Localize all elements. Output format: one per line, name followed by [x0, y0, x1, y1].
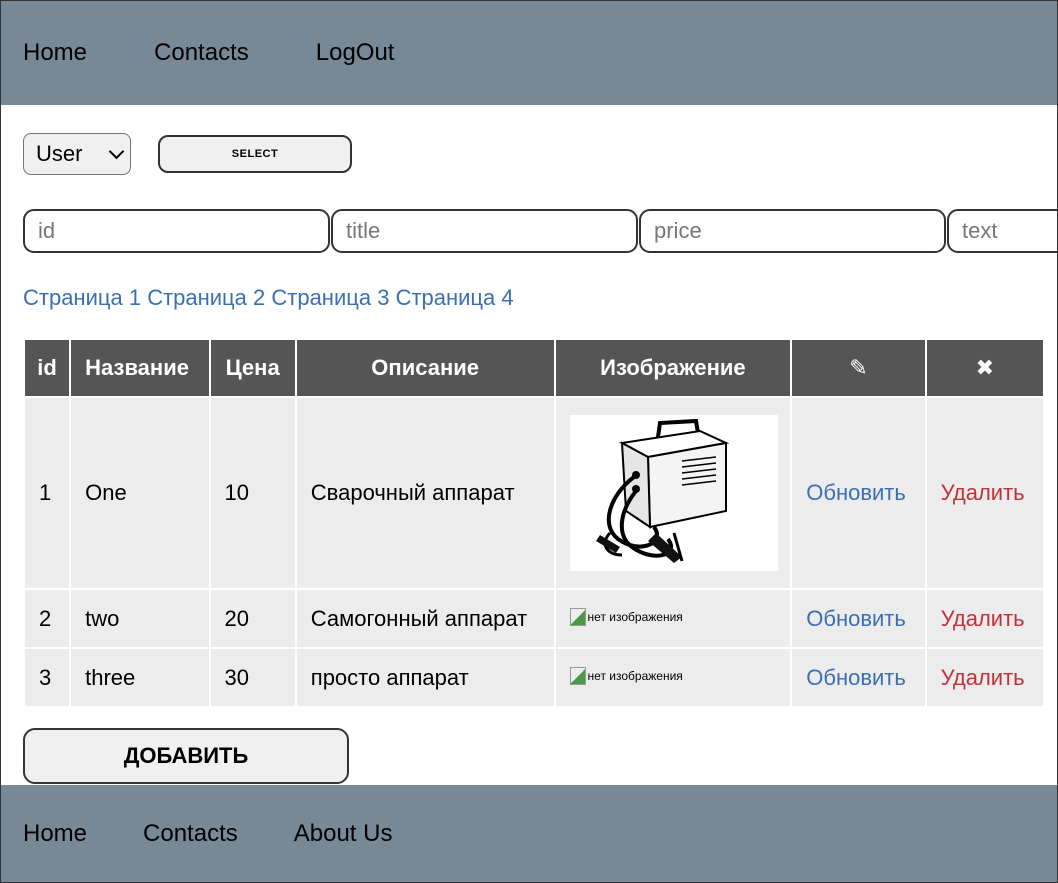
- header-edit-icon: ✎: [792, 340, 925, 396]
- cell-id: 3: [25, 649, 70, 706]
- cell-delete: Удалить: [926, 398, 1043, 588]
- id-filter-input[interactable]: [23, 209, 330, 253]
- page-link-4[interactable]: Страница 4: [396, 285, 514, 310]
- cell-image: [555, 398, 791, 588]
- broken-image: нет изображения: [569, 666, 683, 685]
- cell-description: просто аппарат: [296, 649, 554, 706]
- add-button[interactable]: ДОБАВИТЬ: [23, 728, 349, 784]
- role-select-value: User: [36, 141, 83, 166]
- cell-image: нет изображения: [555, 649, 791, 706]
- page-link-1[interactable]: Страница 1: [23, 285, 141, 310]
- chevron-down-icon: [108, 143, 125, 159]
- image-alt-text: нет изображения: [587, 609, 683, 624]
- price-filter-input[interactable]: [639, 209, 946, 253]
- update-link[interactable]: Обновить: [806, 606, 906, 631]
- broken-image: нет изображения: [569, 607, 683, 626]
- cell-update: Обновить: [792, 590, 925, 647]
- table-header-row: id Название Цена Описание Изображение ✎ …: [25, 340, 1043, 396]
- cell-price: 10: [210, 398, 295, 588]
- nav-home-link[interactable]: Home: [23, 39, 87, 67]
- welding-machine-image: [569, 415, 778, 571]
- role-select[interactable]: User: [23, 133, 131, 175]
- top-nav: Home Contacts LogOut: [1, 1, 1057, 105]
- cell-id: 1: [25, 398, 70, 588]
- page-link-3[interactable]: Страница 3: [271, 285, 389, 310]
- header-image: Изображение: [555, 340, 791, 396]
- cell-price: 20: [210, 590, 295, 647]
- header-description: Описание: [296, 340, 554, 396]
- select-button[interactable]: SELECT: [158, 135, 352, 173]
- cell-update: Обновить: [792, 649, 925, 706]
- table-row: 1 One 10 Сварочный аппарат Обновить Удал…: [25, 398, 1043, 588]
- header-name: Название: [71, 340, 209, 396]
- products-table: id Название Цена Описание Изображение ✎ …: [23, 338, 1045, 708]
- nav-logout-link[interactable]: LogOut: [316, 39, 395, 67]
- update-link[interactable]: Обновить: [806, 480, 906, 505]
- delete-link[interactable]: Удалить: [941, 606, 1025, 631]
- update-link[interactable]: Обновить: [806, 665, 906, 690]
- page: Home Contacts LogOut User SELECT Страниц…: [0, 0, 1058, 883]
- filter-bar: [23, 209, 1057, 253]
- cell-name: three: [71, 649, 209, 706]
- broken-image-icon: [569, 666, 586, 685]
- delete-link[interactable]: Удалить: [941, 665, 1025, 690]
- title-filter-input[interactable]: [331, 209, 638, 253]
- delete-link[interactable]: Удалить: [941, 480, 1025, 505]
- cell-description: Сварочный аппарат: [296, 398, 554, 588]
- table-row: 3 three 30 просто аппарат нет изображени…: [25, 649, 1043, 706]
- header-price: Цена: [210, 340, 295, 396]
- broken-image-icon: [569, 607, 586, 626]
- cell-update: Обновить: [792, 398, 925, 588]
- footer-about-link[interactable]: About Us: [294, 820, 393, 848]
- cell-id: 2: [25, 590, 70, 647]
- cell-delete: Удалить: [926, 649, 1043, 706]
- cell-delete: Удалить: [926, 590, 1043, 647]
- image-alt-text: нет изображения: [587, 668, 683, 683]
- header-delete-icon: ✖: [926, 340, 1043, 396]
- text-filter-input[interactable]: [947, 209, 1057, 253]
- cell-price: 30: [210, 649, 295, 706]
- cell-name: One: [71, 398, 209, 588]
- cell-image: нет изображения: [555, 590, 791, 647]
- footer-contacts-link[interactable]: Contacts: [143, 820, 238, 848]
- table-row: 2 two 20 Самогонный аппарат нет изображе…: [25, 590, 1043, 647]
- page-link-2[interactable]: Страница 2: [147, 285, 265, 310]
- footer-nav: Home Contacts About Us: [1, 785, 1057, 882]
- cell-name: two: [71, 590, 209, 647]
- footer-home-link[interactable]: Home: [23, 820, 87, 848]
- cell-description: Самогонный аппарат: [296, 590, 554, 647]
- pagination: Страница 1 Страница 2 Страница 3 Страниц…: [23, 285, 514, 311]
- role-controls: User SELECT: [23, 133, 352, 175]
- header-id: id: [25, 340, 70, 396]
- nav-contacts-link[interactable]: Contacts: [154, 39, 249, 67]
